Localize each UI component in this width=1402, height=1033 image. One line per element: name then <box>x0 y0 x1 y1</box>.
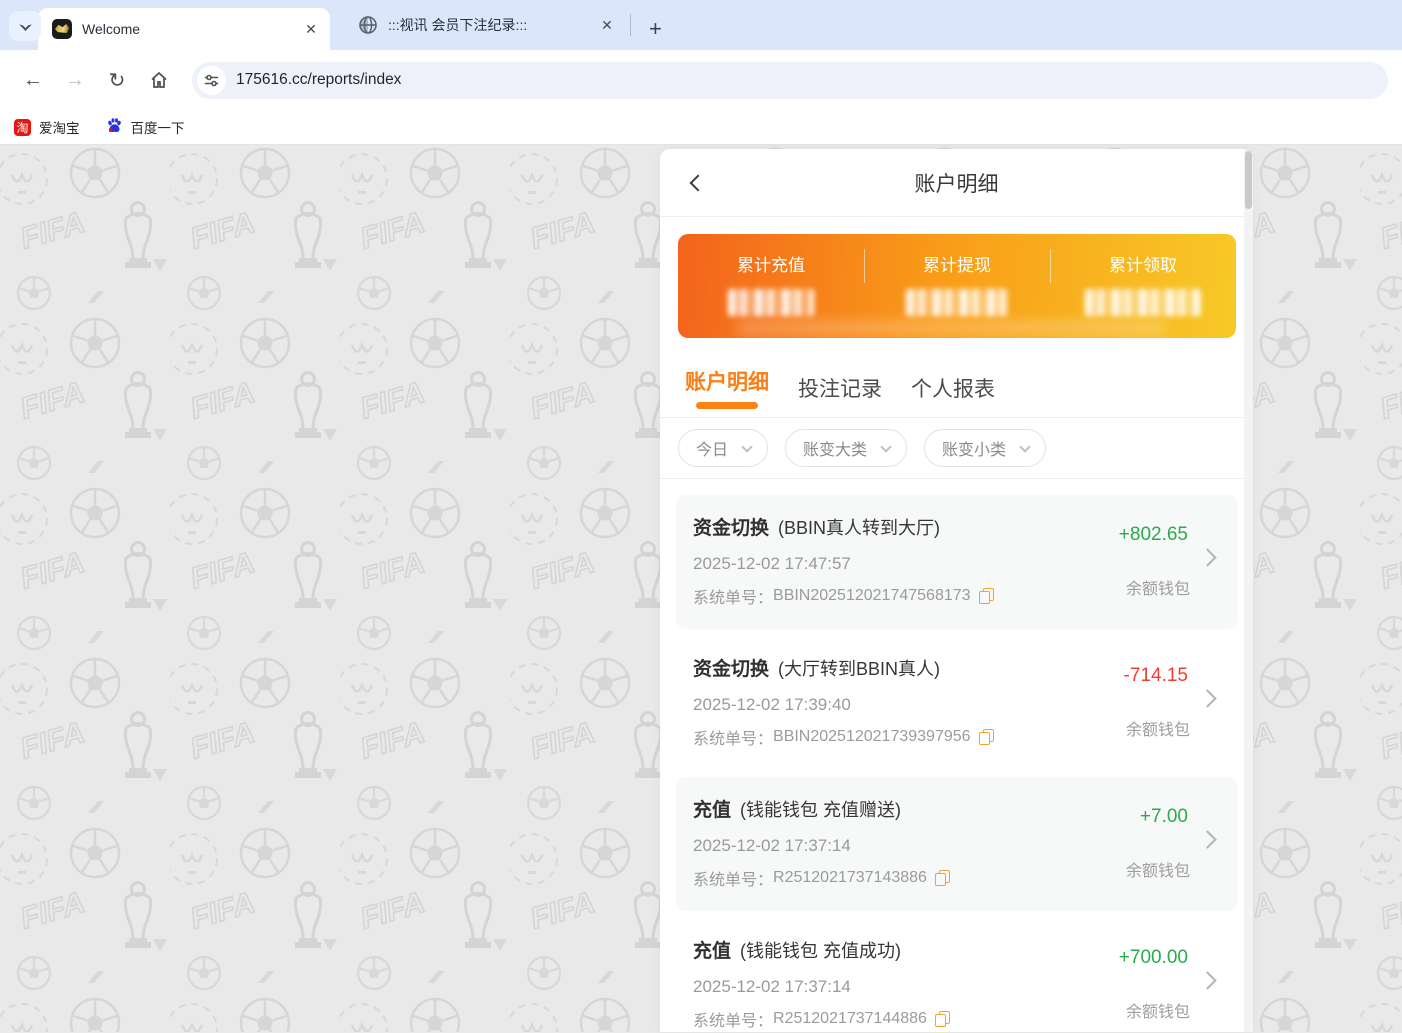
transaction-detail: (大厅转到BBIN真人) <box>778 655 940 681</box>
order-number: BBIN202512021747568173 <box>773 587 971 605</box>
reload-button[interactable]: ↻ <box>98 61 136 99</box>
transaction-type: 充值 <box>693 795 731 822</box>
transaction-type: 充值 <box>693 936 731 963</box>
chevron-down-icon <box>19 18 32 31</box>
section-tabs: 账户明细 投注记录 个人报表 <box>660 338 1253 417</box>
globe-icon <box>358 15 378 35</box>
masked-value <box>906 289 1008 316</box>
order-prefix: 系统单号： <box>693 866 773 890</box>
stat-label: 累计领取 <box>1109 251 1177 276</box>
url-text[interactable]: 175616.cc/reports/index <box>236 71 401 89</box>
order-prefix: 系统单号： <box>693 1007 773 1031</box>
transaction-type: 资金切换 <box>693 654 769 681</box>
browser-tab-records[interactable]: :::视讯 会员下注纪录::: ✕ <box>344 0 626 50</box>
tab-title: :::视讯 会员下注纪录::: <box>388 15 598 35</box>
transaction-type: 资金切换 <box>693 513 769 540</box>
transaction-row[interactable]: 资金切换 (大厅转到BBIN真人) 2025-12-02 17:39:40 系统… <box>676 636 1238 770</box>
tab-label: 个人报表 <box>911 378 995 401</box>
panel-header: 账户明细 <box>660 149 1253 217</box>
filter-date-dropdown[interactable]: 今日 <box>678 429 768 467</box>
tab-title: Welcome <box>82 21 302 37</box>
web-page: FIFA <box>0 145 1402 1032</box>
browser-toolbar: ← → ↻ 175616.cc/reports/index <box>0 50 1402 110</box>
tab-personal-report[interactable]: 个人报表 <box>911 373 995 417</box>
masked-value <box>728 289 814 316</box>
tab-label: 投注记录 <box>798 378 882 401</box>
bookmark-baidu[interactable]: 百度一下 <box>106 117 185 137</box>
filter-label: 账变小类 <box>942 436 1006 460</box>
transaction-amount: +700.00 <box>1119 947 1188 969</box>
back-chevron-button[interactable] <box>686 171 710 195</box>
tab-label: 账户明细 <box>685 371 769 394</box>
close-icon[interactable]: ✕ <box>598 16 616 34</box>
browser-tab-welcome[interactable]: Welcome ✕ <box>38 8 330 50</box>
tab-search-button[interactable] <box>9 11 41 41</box>
tab-strip: Welcome ✕ :::视讯 会员下注纪录::: ✕ + <box>0 0 1402 50</box>
panel-scrollbar[interactable] <box>1244 149 1253 1032</box>
totals-card: 累计充值 累计提现 累计领取 <box>678 234 1236 338</box>
bookmark-label: 百度一下 <box>131 117 185 137</box>
account-detail-panel: 账户明细 累计充值 累计提现 累计领取 账户明细 投注记录 <box>660 149 1253 1032</box>
page-title: 账户明细 <box>915 168 999 198</box>
wallet-label: 余额钱包 <box>1126 716 1190 740</box>
bookmark-label: 爱淘宝 <box>39 117 80 137</box>
order-prefix: 系统单号： <box>693 725 773 749</box>
bookmarks-bar: 淘 爱淘宝 百度一下 <box>0 110 1402 145</box>
transaction-datetime: 2025-12-02 17:39:40 <box>693 695 1238 715</box>
copy-icon[interactable] <box>935 1011 950 1028</box>
transaction-detail: (钱能钱包 充值赠送) <box>740 796 901 822</box>
copy-icon[interactable] <box>979 588 994 605</box>
filter-minor-type-dropdown[interactable]: 账变小类 <box>924 429 1046 467</box>
copy-icon[interactable] <box>935 870 950 887</box>
home-button[interactable] <box>140 61 178 99</box>
order-number: R2512021737144886 <box>773 1010 927 1028</box>
wallet-label: 余额钱包 <box>1126 575 1190 599</box>
back-button[interactable]: ← <box>14 61 52 99</box>
address-bar[interactable]: 175616.cc/reports/index <box>192 62 1388 99</box>
order-number: BBIN202512021739397956 <box>773 728 971 746</box>
transaction-row[interactable]: 充值 (钱能钱包 充值赠送) 2025-12-02 17:37:14 系统单号：… <box>676 777 1238 911</box>
tab-divider <box>630 14 631 36</box>
transaction-detail: (钱能钱包 充值成功) <box>740 937 901 963</box>
tab-bet-records[interactable]: 投注记录 <box>798 373 882 417</box>
filter-label: 今日 <box>696 436 728 460</box>
transaction-row[interactable]: 充值 (钱能钱包 充值成功) 2025-12-02 17:37:14 系统单号：… <box>676 918 1238 1032</box>
transaction-datetime: 2025-12-02 17:37:14 <box>693 836 1238 856</box>
scrollbar-thumb[interactable] <box>1245 151 1252 209</box>
transaction-detail: (BBIN真人转到大厅) <box>778 514 940 540</box>
stat-label: 累计提现 <box>923 251 991 276</box>
blur-artifact <box>736 320 1166 336</box>
copy-icon[interactable] <box>979 729 994 746</box>
order-number: R2512021737143886 <box>773 869 927 887</box>
site-settings-icon[interactable] <box>197 66 226 95</box>
transaction-amount: -714.15 <box>1124 665 1188 687</box>
new-tab-button[interactable]: + <box>639 18 672 40</box>
masked-value <box>1085 289 1201 316</box>
order-prefix: 系统单号： <box>693 584 773 608</box>
bookmark-taobao[interactable]: 淘 爱淘宝 <box>14 117 80 137</box>
chevron-down-icon <box>1019 441 1030 452</box>
transaction-datetime: 2025-12-02 17:37:14 <box>693 977 1238 997</box>
active-tab-underline <box>696 402 758 409</box>
tab-account-detail[interactable]: 账户明细 <box>685 366 769 417</box>
taobao-icon: 淘 <box>14 119 31 136</box>
wallet-label: 余额钱包 <box>1126 857 1190 881</box>
transaction-row[interactable]: 资金切换 (BBIN真人转到大厅) 2025-12-02 17:47:57 系统… <box>676 495 1238 629</box>
close-icon[interactable]: ✕ <box>302 20 320 38</box>
transaction-list: 资金切换 (BBIN真人转到大厅) 2025-12-02 17:47:57 系统… <box>660 479 1253 1032</box>
stat-label: 累计充值 <box>737 251 805 276</box>
chevron-down-icon <box>880 441 891 452</box>
baidu-paw-icon <box>106 117 123 137</box>
wallet-label: 余额钱包 <box>1126 998 1190 1022</box>
transaction-amount: +802.65 <box>1119 524 1188 546</box>
site-favicon-icon <box>52 19 72 39</box>
transaction-amount: +7.00 <box>1140 806 1188 828</box>
chevron-left-icon <box>690 175 707 192</box>
filter-major-type-dropdown[interactable]: 账变大类 <box>785 429 907 467</box>
chevron-down-icon <box>741 441 752 452</box>
forward-button[interactable]: → <box>56 61 94 99</box>
transaction-datetime: 2025-12-02 17:47:57 <box>693 554 1238 574</box>
filter-label: 账变大类 <box>803 436 867 460</box>
filter-row: 今日 账变大类 账变小类 <box>660 418 1253 478</box>
